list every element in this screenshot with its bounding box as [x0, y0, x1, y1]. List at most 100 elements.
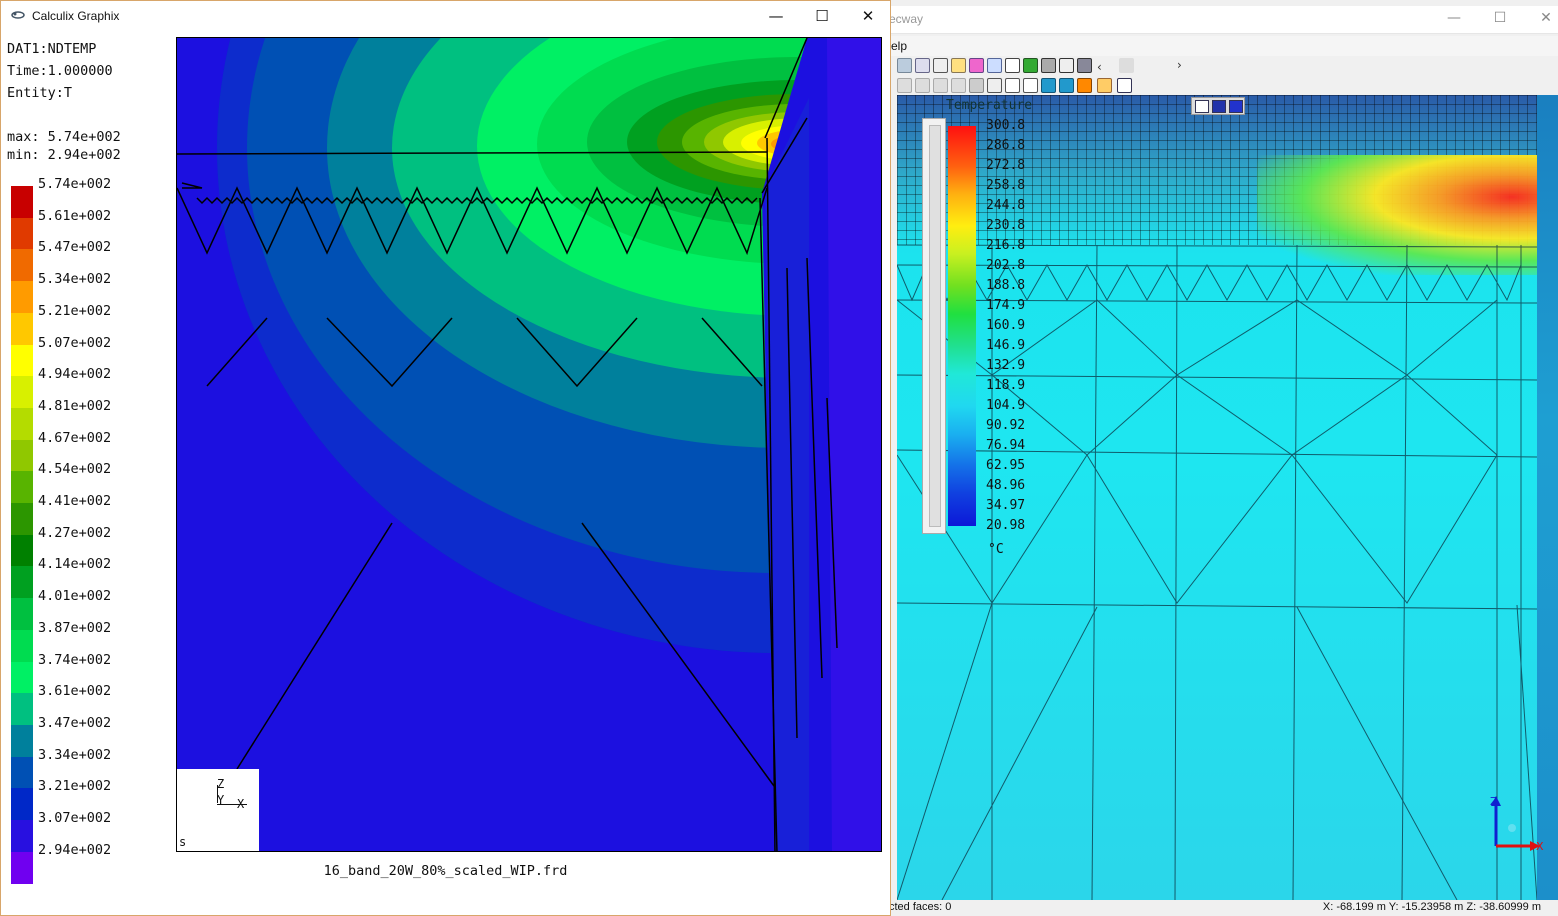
rotate-icon[interactable]: [933, 58, 948, 73]
legend-value: 244.8: [986, 198, 1026, 213]
legend-swatch: [11, 788, 33, 821]
calculix-window: Calculix Graphix — ☐ ✕ DAT1:NDTEMP Time:…: [0, 0, 891, 916]
select-icon[interactable]: [969, 58, 984, 73]
tool-b-icon[interactable]: [915, 78, 930, 93]
legend-value: 258.8: [986, 178, 1026, 193]
legend-value: 174.9: [986, 298, 1026, 313]
status-selected-faces: cted faces: 0: [889, 901, 952, 913]
mesh-icon[interactable]: [1077, 58, 1092, 73]
legend-label: 5.21e+002: [38, 302, 112, 319]
legend-label: 3.61e+002: [38, 683, 112, 700]
mecway-minimize-button[interactable]: —: [1439, 10, 1469, 30]
legend-value: 300.8: [986, 118, 1026, 133]
calculix-plot-area[interactable]: Z Y X s: [176, 37, 882, 852]
mecway-statusbar: cted faces: 0 X: -68.199 m Y: -15.23958 …: [881, 900, 1558, 916]
legend-label: 4.27e+002: [38, 524, 112, 541]
triad-axis-line: [217, 791, 247, 805]
legend-label: 4.14e+002: [38, 556, 112, 573]
legend-value: 104.9: [986, 398, 1026, 413]
legend-value: 230.8: [986, 218, 1026, 233]
mecway-maximize-button[interactable]: ☐: [1485, 10, 1515, 30]
mecway-temperature-legend: Temperature 300.8 286.8 272.8 258.8 244.8 230…: [922, 98, 1062, 568]
legend-value: 202.8: [986, 258, 1026, 273]
legend-swatch: [11, 407, 33, 440]
legend-swatch: [11, 661, 33, 694]
tool-k-icon[interactable]: [1077, 78, 1092, 93]
legend-swatch: [11, 756, 33, 789]
status-coordinates: X: -68.199 m Y: -15.23958 m Z: -38.60999…: [1322, 901, 1541, 913]
legend-swatch: [11, 376, 33, 409]
legend-value: 146.9: [986, 338, 1026, 353]
legend-label: 3.07e+002: [38, 810, 112, 826]
view-iso-icon[interactable]: [1195, 100, 1209, 113]
mecway-title: ecway: [889, 12, 924, 26]
tool-l-icon[interactable]: [1097, 78, 1112, 93]
shaded-icon[interactable]: [1041, 58, 1056, 73]
toolbar-blank-button[interactable]: [1119, 58, 1134, 73]
mecway-titlebar[interactable]: ecway — ☐ ✕: [881, 6, 1558, 34]
legend-swatch: [11, 693, 33, 726]
legend-label: 4.01e+002: [38, 588, 112, 605]
legend-label: 4.67e+002: [38, 429, 112, 446]
table-icon[interactable]: [1117, 78, 1132, 93]
tool-j-icon[interactable]: [1059, 78, 1074, 93]
legend-label: 2.94e+002: [38, 841, 112, 858]
legend-swatch: [11, 724, 33, 757]
tool-d-icon[interactable]: [951, 78, 966, 93]
toolbar-scroll-left[interactable]: ‹: [1097, 60, 1107, 75]
triad-vertical-line: [217, 785, 218, 803]
legend-label: 5.74e+002: [38, 176, 112, 192]
tool-h-icon[interactable]: [1023, 78, 1038, 93]
tool-f-icon[interactable]: [987, 78, 1002, 93]
min-value: min: 2.94e+002: [7, 147, 121, 163]
zoom-fit-icon[interactable]: [951, 58, 966, 73]
legend-value: 160.9: [986, 318, 1026, 333]
legend-swatch: [11, 439, 33, 472]
minimize-button[interactable]: —: [761, 5, 791, 27]
tool-e-icon[interactable]: [969, 78, 984, 93]
legend-value: 34.97: [986, 498, 1026, 513]
legend-swatch: [11, 820, 33, 852]
legend-swatch: [11, 629, 33, 662]
legend-color-bar: [948, 126, 976, 526]
legend-label: 5.47e+002: [38, 239, 112, 256]
legend-swatch: [11, 281, 33, 314]
legend-swatch: [11, 312, 33, 345]
svg-text:X: X: [1536, 840, 1544, 852]
legend-label: 3.21e+002: [38, 778, 112, 795]
mecway-toolbar-1: ‹ ›: [891, 56, 1191, 76]
calculix-titlebar[interactable]: Calculix Graphix — ☐ ✕: [1, 1, 890, 31]
legend-value: 216.8: [986, 238, 1026, 253]
calculix-app-icon: [11, 11, 25, 19]
legend-label: 4.41e+002: [38, 493, 112, 509]
window-title: Calculix Graphix: [32, 9, 120, 23]
menu-help[interactable]: elp: [891, 39, 907, 53]
tool-a-icon[interactable]: [897, 78, 912, 93]
tool-g-icon[interactable]: [1005, 78, 1020, 93]
legend-value: 188.8: [986, 278, 1026, 293]
toolbar-scroll-right[interactable]: ›: [1177, 58, 1187, 73]
view-icon[interactable]: [987, 58, 1002, 73]
surface-icon[interactable]: [1023, 58, 1038, 73]
legend-value: 76.94: [986, 438, 1026, 453]
max-value: max: 5.74e+002: [7, 129, 121, 145]
maximize-button[interactable]: ☐: [807, 5, 837, 27]
view-side-icon[interactable]: [1229, 100, 1243, 113]
legend-range-slider[interactable]: [922, 118, 946, 534]
legend-value: 118.9: [986, 378, 1026, 393]
triad-z-label: Z: [217, 777, 225, 791]
mecway-menubar: elp: [881, 36, 1558, 56]
tool-i-icon[interactable]: [1041, 78, 1056, 93]
view-front-icon[interactable]: [1212, 100, 1226, 113]
desktop: ecway — ☐ ✕ elp ‹ › cted faces: 0 X: -68…: [0, 0, 1558, 916]
shape-icon[interactable]: [1005, 58, 1020, 73]
legend-label: 5.07e+002: [38, 334, 112, 351]
mecway-close-button[interactable]: ✕: [1531, 10, 1558, 30]
tool-c-icon[interactable]: [933, 78, 948, 93]
zoom-icon[interactable]: [915, 58, 930, 73]
legend-swatch: [11, 249, 33, 282]
close-button[interactable]: ✕: [853, 5, 883, 27]
wireframe-icon[interactable]: [1059, 58, 1074, 73]
mecway-toolbar-2: [891, 76, 1191, 96]
zoom-box-icon[interactable]: [897, 58, 912, 73]
